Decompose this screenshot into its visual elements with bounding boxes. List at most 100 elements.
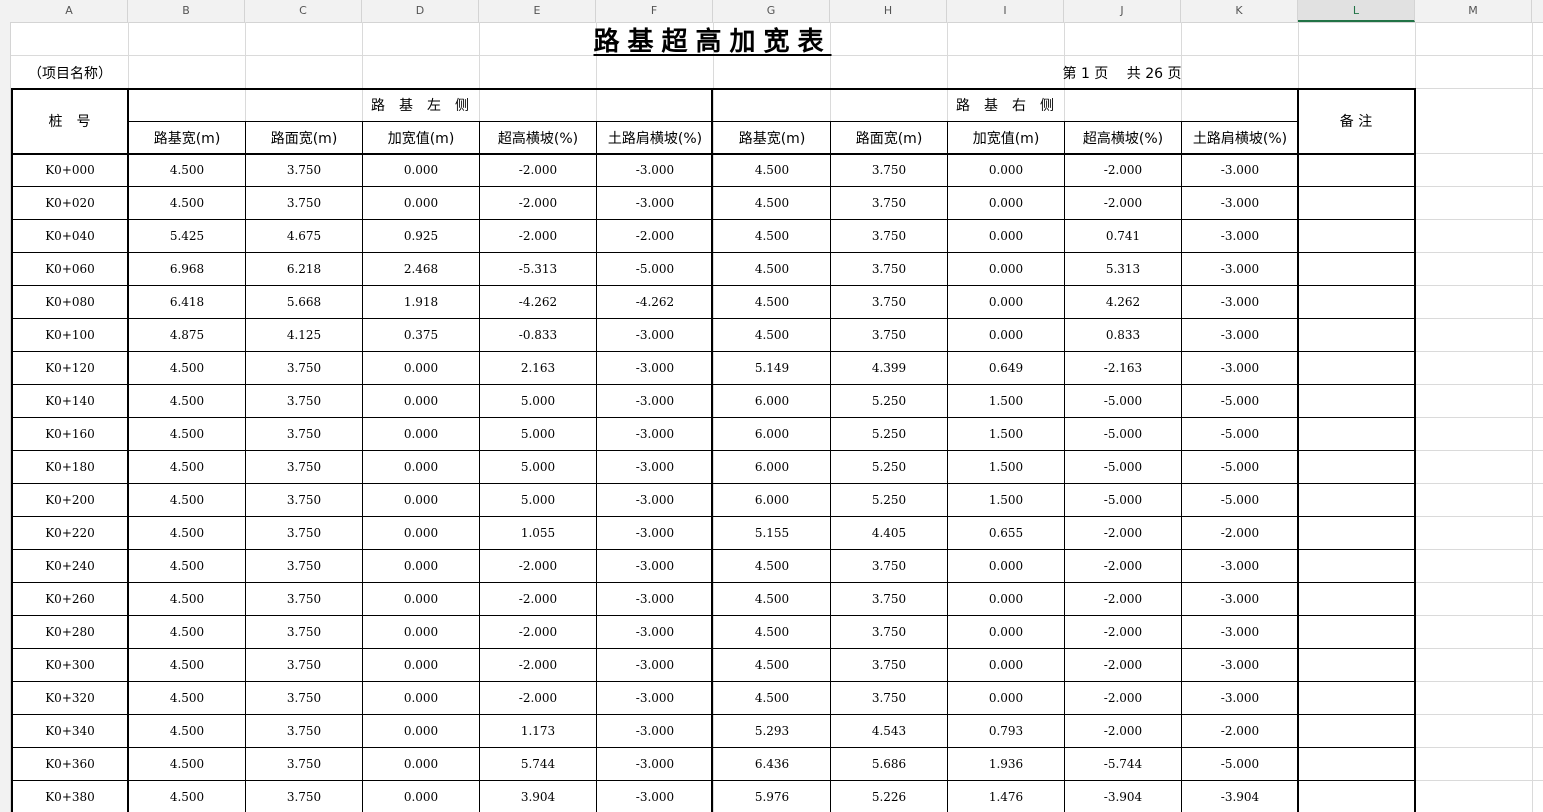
table-cell[interactable]: 3.750 [246, 649, 362, 681]
table-cell[interactable]: -3.000 [597, 682, 713, 714]
table-cell[interactable]: 1.918 [363, 286, 479, 318]
table-cell[interactable]: 0.000 [363, 385, 479, 417]
table-cell[interactable]: -5.000 [1182, 748, 1298, 780]
table-cell[interactable]: 0.000 [363, 451, 479, 483]
station-cell[interactable]: K0+200 [12, 484, 128, 516]
station-cell[interactable]: K0+060 [12, 253, 128, 285]
table-cell[interactable]: 4.500 [129, 352, 245, 384]
table-cell[interactable]: -2.000 [480, 187, 596, 219]
table-cell[interactable]: 0.925 [363, 220, 479, 252]
table-cell[interactable]: 4.500 [129, 451, 245, 483]
table-cell[interactable]: 4.500 [714, 220, 830, 252]
table-cell[interactable]: -2.000 [1065, 583, 1181, 615]
table-cell[interactable]: 4.500 [714, 682, 830, 714]
table-cell[interactable]: 5.668 [246, 286, 362, 318]
table-cell[interactable] [1299, 484, 1415, 516]
table-cell[interactable]: 4.262 [1065, 286, 1181, 318]
table-cell[interactable]: 0.000 [363, 682, 479, 714]
table-cell[interactable]: 3.904 [480, 781, 596, 812]
table-cell[interactable]: -2.000 [480, 550, 596, 582]
table-cell[interactable]: -3.000 [1182, 583, 1298, 615]
right-col-header[interactable]: 路面宽(m) [831, 122, 947, 153]
station-cell[interactable]: K0+120 [12, 352, 128, 384]
table-cell[interactable]: 4.500 [129, 682, 245, 714]
column-header-bar[interactable]: ABCDEFGHIJKLM [0, 0, 1543, 23]
table-cell[interactable]: -3.000 [1182, 187, 1298, 219]
table-cell[interactable]: 4.500 [129, 385, 245, 417]
column-header-d[interactable]: D [362, 0, 479, 22]
table-cell[interactable]: 0.000 [363, 352, 479, 384]
station-cell[interactable]: K0+380 [12, 781, 128, 812]
spreadsheet-sheet[interactable]: ABCDEFGHIJKLM 路基超高加宽表 （项目名称） 第 1 页 共 26 … [0, 0, 1543, 812]
table-cell[interactable]: 0.375 [363, 319, 479, 351]
column-header-k[interactable]: K [1181, 0, 1298, 22]
table-cell[interactable]: 5.313 [1065, 253, 1181, 285]
table-cell[interactable]: -2.000 [1065, 550, 1181, 582]
table-cell[interactable]: 3.750 [246, 715, 362, 747]
column-header-h[interactable]: H [830, 0, 947, 22]
table-cell[interactable]: -5.000 [1182, 418, 1298, 450]
table-cell[interactable]: 4.500 [129, 583, 245, 615]
table-cell[interactable]: 0.833 [1065, 319, 1181, 351]
station-cell[interactable]: K0+220 [12, 517, 128, 549]
table-cell[interactable]: -3.000 [597, 748, 713, 780]
station-cell[interactable]: K0+000 [12, 154, 128, 186]
table-cell[interactable]: 4.500 [129, 484, 245, 516]
table-cell[interactable]: 4.125 [246, 319, 362, 351]
station-cell[interactable]: K0+260 [12, 583, 128, 615]
table-cell[interactable]: 1.476 [948, 781, 1064, 812]
table-cell[interactable]: -2.000 [1182, 517, 1298, 549]
table-cell[interactable]: -3.000 [1182, 352, 1298, 384]
table-cell[interactable]: 0.655 [948, 517, 1064, 549]
table-cell[interactable]: -3.000 [597, 154, 713, 186]
table-cell[interactable]: -3.000 [1182, 286, 1298, 318]
table-cell[interactable]: 4.543 [831, 715, 947, 747]
table-cell[interactable]: 3.750 [246, 451, 362, 483]
table-cell[interactable]: -3.000 [597, 352, 713, 384]
table-cell[interactable]: -3.000 [597, 550, 713, 582]
table-cell[interactable]: -5.313 [480, 253, 596, 285]
right-col-header[interactable]: 超高横坡(%) [1065, 122, 1181, 153]
table-cell[interactable]: -3.000 [597, 649, 713, 681]
table-cell[interactable]: -3.000 [597, 187, 713, 219]
table-cell[interactable]: -2.000 [597, 220, 713, 252]
table-cell[interactable]: -3.000 [1182, 649, 1298, 681]
table-cell[interactable]: 6.436 [714, 748, 830, 780]
table-cell[interactable]: -0.833 [480, 319, 596, 351]
table-cell[interactable]: 0.000 [363, 649, 479, 681]
table-cell[interactable]: 3.750 [831, 286, 947, 318]
table-cell[interactable]: -3.000 [597, 451, 713, 483]
table-cell[interactable]: 5.250 [831, 418, 947, 450]
table-cell[interactable]: 0.793 [948, 715, 1064, 747]
station-cell[interactable]: K0+140 [12, 385, 128, 417]
table-cell[interactable]: 4.500 [714, 319, 830, 351]
table-cell[interactable]: 3.750 [246, 352, 362, 384]
table-cell[interactable]: 5.250 [831, 484, 947, 516]
table-cell[interactable]: 0.000 [363, 154, 479, 186]
table-cell[interactable]: 3.750 [246, 484, 362, 516]
table-cell[interactable]: 3.750 [831, 649, 947, 681]
table-cell[interactable]: 3.750 [246, 781, 362, 812]
table-cell[interactable]: 3.750 [831, 220, 947, 252]
column-header-m[interactable]: M [1415, 0, 1532, 22]
table-cell[interactable]: -3.000 [1182, 550, 1298, 582]
table-cell[interactable] [1299, 385, 1415, 417]
table-cell[interactable]: -2.000 [480, 583, 596, 615]
right-side-group-header[interactable]: 路 基 右 侧 [713, 89, 1297, 121]
table-cell[interactable]: 1.055 [480, 517, 596, 549]
table-cell[interactable] [1299, 682, 1415, 714]
column-header-b[interactable]: B [128, 0, 245, 22]
table-cell[interactable] [1299, 583, 1415, 615]
table-cell[interactable]: 6.418 [129, 286, 245, 318]
table-cell[interactable] [1299, 352, 1415, 384]
column-header-f[interactable]: F [596, 0, 713, 22]
table-cell[interactable]: -5.744 [1065, 748, 1181, 780]
station-cell[interactable]: K0+040 [12, 220, 128, 252]
left-col-header[interactable]: 土路肩横坡(%) [597, 122, 713, 153]
left-side-group-header[interactable]: 路 基 左 侧 [128, 89, 712, 121]
table-cell[interactable]: 3.750 [246, 154, 362, 186]
table-cell[interactable]: 6.218 [246, 253, 362, 285]
table-cell[interactable]: 5.425 [129, 220, 245, 252]
table-cell[interactable]: 0.000 [363, 781, 479, 812]
table-cell[interactable]: -3.000 [1182, 616, 1298, 648]
